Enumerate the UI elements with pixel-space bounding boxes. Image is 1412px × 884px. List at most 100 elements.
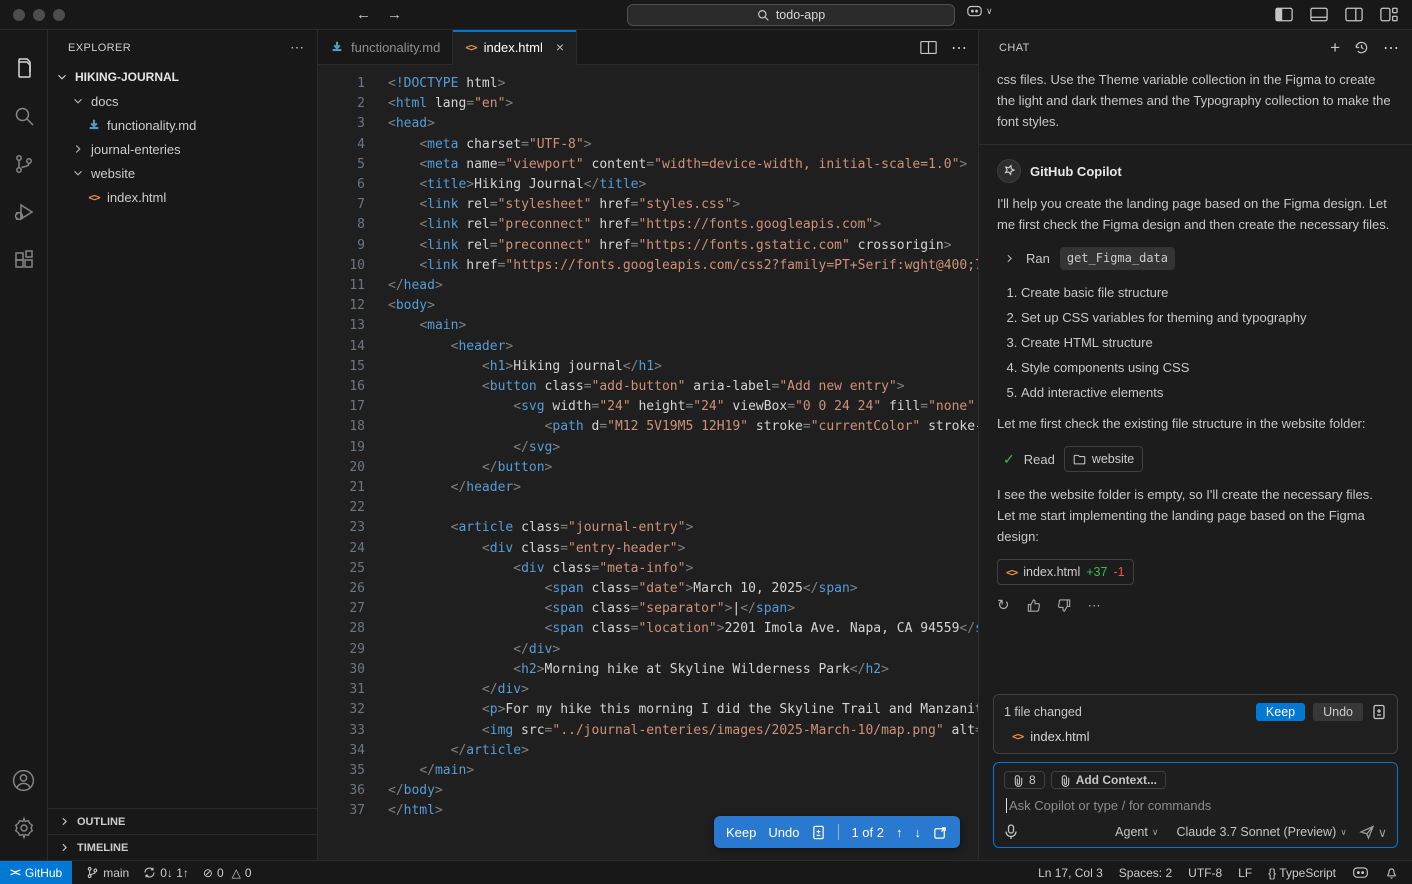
chat-more-actions-icon[interactable]: ⋯ [1383,38,1400,58]
tree-item-docs[interactable]: docs [48,89,317,113]
outline-section[interactable]: OUTLINE [48,808,317,834]
code-line[interactable]: 28 <span class="location">2201 Imola Ave… [318,619,978,639]
explorer-icon[interactable] [1,44,47,92]
code-line[interactable]: 14 <header> [318,337,978,357]
view-changes-icon[interactable] [1371,704,1387,720]
code-line[interactable]: 7 <link rel="stylesheet" href="styles.cs… [318,195,978,215]
code-line[interactable]: 17 <svg width="24" height="24" viewBox="… [318,397,978,417]
history-forward-button[interactable]: → [387,6,402,23]
code-line[interactable]: 1<!DOCTYPE html> [318,74,978,94]
extensions-icon[interactable] [1,236,47,284]
undo-change-button[interactable]: Undo [768,825,799,840]
command-center-search[interactable]: todo-app [627,4,955,26]
code-line[interactable]: 8 <link rel="preconnect" href="https://f… [318,215,978,235]
chat-history-icon[interactable] [1354,40,1369,55]
open-changes-icon[interactable] [933,825,948,840]
model-picker[interactable]: Claude 3.7 Sonnet (Preview) ∨ [1170,823,1352,841]
indentation-setting[interactable]: Spaces: 2 [1119,866,1172,880]
message-more-actions-icon[interactable]: ⋯ [1088,595,1102,616]
code-line[interactable]: 10 <link href="https://fonts.googleapis.… [318,256,978,276]
source-control-icon[interactable] [1,140,47,188]
code-line[interactable]: 24 <div class="entry-header"> [318,539,978,559]
code-line[interactable]: 35 </main> [318,761,978,781]
branch-indicator[interactable]: main [86,866,129,880]
tab-functionality-md[interactable]: functionality.md [318,30,453,64]
code-line[interactable]: 4 <meta charset="UTF-8"> [318,135,978,155]
accounts-icon[interactable] [1,756,47,804]
code-line[interactable]: 36</body> [318,781,978,801]
copilot-menu-button[interactable]: ∨ [966,4,993,19]
code-line[interactable]: 15 <h1>Hiking journal</h1> [318,357,978,377]
code-line[interactable]: 32 <p>For my hike this morning I did the… [318,700,978,720]
tree-item-functionality-md[interactable]: functionality.md [48,113,317,137]
code-line[interactable]: 2<html lang="en"> [318,94,978,114]
cursor-position[interactable]: Ln 17, Col 3 [1038,866,1103,880]
notifications-bell-icon[interactable] [1385,866,1398,880]
send-icon[interactable] [1359,824,1375,840]
code-line[interactable]: 5 <meta name="viewport" content="width=d… [318,155,978,175]
customize-layout-icon[interactable] [1380,7,1398,22]
rerun-icon[interactable]: ↻ [997,595,1010,616]
toggle-panel-icon[interactable] [1310,7,1328,22]
code-line[interactable]: 34 </article> [318,741,978,761]
split-editor-icon[interactable] [920,40,937,55]
code-line[interactable]: 23 <article class="journal-entry"> [318,518,978,538]
code-line[interactable]: 26 <span class="date">March 10, 2025</sp… [318,579,978,599]
explorer-more-actions-icon[interactable]: ⋯ [290,39,305,56]
close-tab-icon[interactable]: × [556,39,564,55]
run-debug-icon[interactable] [1,188,47,236]
code-line[interactable]: 30 <h2>Morning hike at Skyline Wildernes… [318,660,978,680]
encoding-setting[interactable]: UTF-8 [1188,866,1222,880]
undo-all-button[interactable]: Undo [1313,703,1363,721]
chat-messages[interactable]: css files. Use the Theme variable collec… [979,65,1412,694]
keep-all-button[interactable]: Keep [1256,703,1305,721]
thumbs-down-icon[interactable] [1057,598,1072,613]
toggle-sidebar-icon[interactable] [1275,7,1293,22]
code-line[interactable]: 19 </svg> [318,438,978,458]
chat-input-field[interactable]: Ask Copilot or type / for commands [1006,798,1387,813]
code-line[interactable]: 11</head> [318,276,978,296]
settings-gear-icon[interactable] [1,804,47,852]
code-line[interactable]: 21 </header> [318,478,978,498]
code-line[interactable]: 18 <path d="M12 5V19M5 12H19" stroke="cu… [318,417,978,437]
keep-change-button[interactable]: Keep [726,825,756,840]
code-editor[interactable]: 1<!DOCTYPE html>2<html lang="en">3<head>… [318,65,978,860]
attachments-chip[interactable]: 8 [1004,771,1045,789]
code-line[interactable]: 6 <title>Hiking Journal</title> [318,175,978,195]
copilot-status-icon[interactable] [1352,866,1369,880]
chat-input-box[interactable]: 8 Add Context... Ask Copilot or type / f… [993,762,1398,848]
read-tool-row[interactable]: ✓ Read website [1003,446,1394,472]
code-line[interactable]: 27 <span class="separator">|</span> [318,599,978,619]
previous-change-icon[interactable]: ↑ [896,825,903,840]
next-change-icon[interactable]: ↓ [915,825,922,840]
tab-index-html[interactable]: <> index.html × [453,30,577,65]
microphone-icon[interactable] [1004,824,1018,840]
code-line[interactable]: 22 [318,498,978,518]
eol-setting[interactable]: LF [1238,866,1252,880]
timeline-section[interactable]: TIMELINE [48,834,317,860]
read-target-chip[interactable]: website [1064,446,1143,472]
history-back-button[interactable]: ← [356,6,371,23]
thumbs-up-icon[interactable] [1026,598,1041,613]
tree-item-index-html[interactable]: <>index.html [48,185,317,209]
tool-call-row[interactable]: Ran get_Figma_data [1003,247,1394,270]
code-line[interactable]: 3<head> [318,114,978,134]
code-line[interactable]: 16 <button class="add-button" aria-label… [318,377,978,397]
changed-file-row[interactable]: <> index.html [1004,729,1387,744]
changed-file-chip[interactable]: <> index.html +37 -1 [997,559,1134,585]
code-line[interactable]: 13 <main> [318,316,978,336]
code-line[interactable]: 33 <img src="../journal-enteries/images/… [318,721,978,741]
close-window-button[interactable] [13,9,25,21]
search-view-icon[interactable] [1,92,47,140]
tree-item-website[interactable]: website [48,161,317,185]
remote-indicator[interactable]: >< GitHub [0,861,72,884]
add-context-chip[interactable]: Add Context... [1051,771,1166,789]
diff-file-icon[interactable] [811,825,826,840]
mode-picker[interactable]: Agent ∨ [1109,823,1164,841]
code-line[interactable]: 12<body> [318,296,978,316]
language-mode[interactable]: {} TypeScript [1268,866,1336,880]
minimize-window-button[interactable] [33,9,45,21]
tree-root-hiking-journal[interactable]: HIKING-JOURNAL [48,65,317,89]
sync-indicator[interactable]: 0↓ 1↑ [143,866,189,880]
window-controls[interactable] [13,9,65,21]
